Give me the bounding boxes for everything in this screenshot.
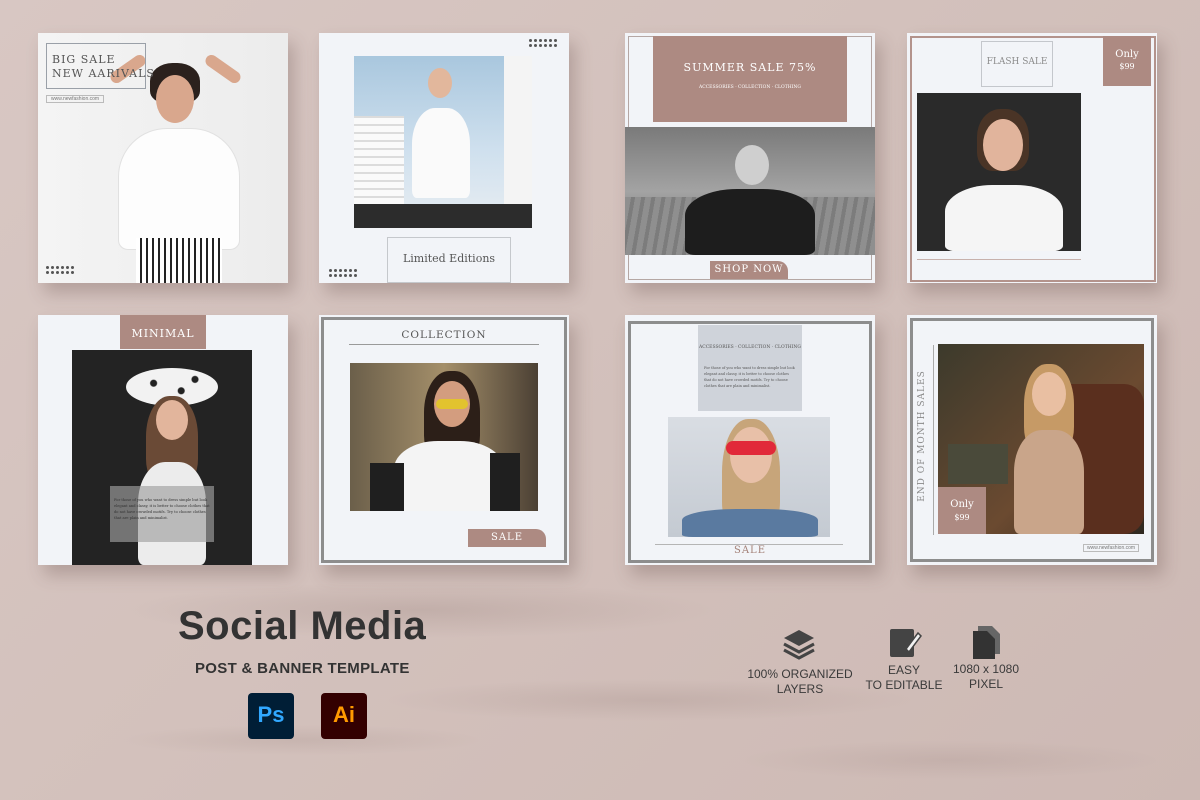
badge-price: $99 [954,513,970,522]
price-badge [938,487,986,534]
vertical-title: END OF MONTH SALES [917,370,927,502]
illustrator-icon: Ai [321,693,367,739]
url-label: www.newfashion.com [1083,544,1140,552]
model-photo [917,93,1081,251]
feature-file-line1: 1080 x 1080 [952,662,1020,676]
template-card-flash-sale[interactable]: FLASH SALE Only $99 [907,33,1157,283]
subtitle: ACCESSORIES · COLLECTION · CLOTHING [699,345,801,350]
price-badge [1103,36,1151,86]
template-card-sale-sunglasses[interactable]: ACCESSORIES · COLLECTION · CLOTHING For … [625,315,875,565]
sale-button[interactable]: SALE [468,529,546,547]
model-photo [668,417,830,537]
header-block [653,36,847,122]
template-card-minimal[interactable]: MINIMAL For those of you who want to dre… [38,315,288,565]
title-line2: NEW AARIVALS [52,67,155,80]
badge-price: $99 [1119,62,1135,71]
badge-top: Only [950,499,974,510]
body-text: For those of you who want to dress simpl… [704,366,795,388]
template-card-big-sale[interactable]: BIG SALE NEW AARIVALS www.newfashion.com [38,33,288,283]
divider-line [917,259,1081,260]
title: SUMMER SALE 75% [683,61,817,74]
model-photo [625,127,875,255]
feature-file-line2: PIXEL [968,677,1004,691]
layers-icon [782,627,816,661]
template-card-end-of-month[interactable]: END OF MONTH SALES Only $99 www.newfashi… [907,315,1157,565]
shop-now-button[interactable]: SHOP NOW [710,261,788,279]
file-icon [970,624,1002,660]
feature-layers-line2: LAYERS [776,682,824,696]
badge-top: Only [1115,49,1139,60]
caption-text: Limited Editions [402,252,496,265]
edit-icon [886,625,922,661]
footer-subtitle: POST & BANNER TEMPLATE [195,660,410,677]
vertical-rule [933,345,934,535]
template-card-collection[interactable]: COLLECTION SALE [319,315,569,565]
footer-title: Social Media [178,604,427,648]
sale-caption: SALE [733,545,766,556]
title-box [46,43,146,89]
dots-decoration [329,269,357,277]
title: FLASH SALE [986,57,1048,67]
dots-decoration [46,266,74,274]
title-underline [349,344,539,345]
body-text: For those of you who want to dress simpl… [114,498,210,520]
title: COLLECTION [401,329,487,341]
photoshop-icon: Ps [248,693,294,739]
title-line1: BIG SALE [52,53,116,66]
subtitle: ACCESSORIES · COLLECTION · CLOTHING [699,85,801,90]
model-photo [354,56,532,228]
feature-layers-line1: 100% ORGANIZED [747,667,853,681]
dots-decoration [529,39,557,47]
illustrator-icon-label: Ai [333,702,355,727]
template-card-summer-sale[interactable]: SUMMER SALE 75% ACCESSORIES · COLLECTION… [625,33,875,283]
url-label: www.newfashion.com [46,95,105,103]
template-card-limited-editions[interactable]: Limited Editions [319,33,569,283]
photoshop-icon-label: Ps [257,702,285,727]
title: MINIMAL [131,327,195,340]
model-photo [350,363,538,511]
